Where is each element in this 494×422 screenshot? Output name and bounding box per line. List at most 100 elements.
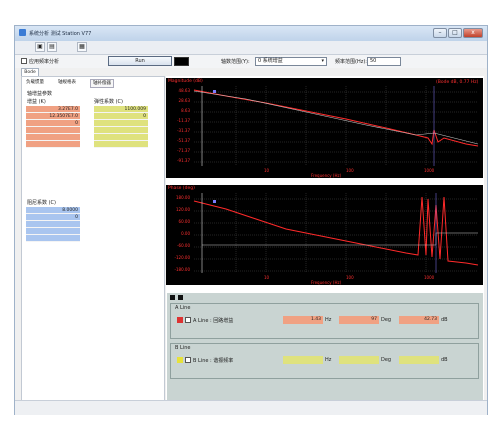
magnitude-title: Magnitude (dB) xyxy=(168,79,203,84)
phase-xtick: 100 xyxy=(346,275,354,280)
damping-header: 阻尼系数 (C) xyxy=(27,200,56,206)
cursor-b-group: B Line B Line : 谐振频率 Hz Deg dB xyxy=(170,343,479,379)
phase-xtick: 10 xyxy=(264,275,270,280)
elastic-cell[interactable]: 0 xyxy=(94,113,148,120)
damping-cell[interactable]: 0 xyxy=(26,214,80,221)
open-icon[interactable]: ▣ xyxy=(35,42,45,52)
save-icon[interactable]: ▤ xyxy=(47,42,57,52)
section-title: 轴增益参数 xyxy=(27,91,53,97)
cursor-b-phase-unit: Deg xyxy=(381,357,392,363)
elastic-column-header: 弹性系数 (C) xyxy=(94,99,123,105)
tab-axis-compensator[interactable]: 轴补偿器 xyxy=(90,79,114,88)
gain-cell[interactable] xyxy=(26,134,80,141)
freq-analysis-label: 应用频率分析 xyxy=(29,59,60,65)
cursor-a-freq[interactable]: 1.43 xyxy=(283,316,323,324)
title-bar: 系统分析 测试 Station V77 – □ x xyxy=(15,26,487,41)
gain-cell[interactable] xyxy=(26,127,80,134)
freq-analysis-checkbox[interactable] xyxy=(21,58,27,64)
cursor-a-phase-unit: Deg xyxy=(381,317,392,323)
magnitude-ytick: -31.37 xyxy=(177,128,190,133)
magnitude-xtick: 10 xyxy=(264,168,270,173)
gain-cell[interactable]: 0 xyxy=(26,120,80,127)
app-window: 系统分析 测试 Station V77 – □ x ▣ ▤ ▦ 应用频率分析 R… xyxy=(14,25,488,415)
color-swatch[interactable] xyxy=(174,57,189,66)
magnitude-ytick: -11.37 xyxy=(177,118,190,123)
tab-axis-spec[interactable]: 轴规格表 xyxy=(58,79,76,86)
magnitude-xtick: 1000 xyxy=(424,168,435,173)
mode-select[interactable]: 0 系统增益 ▾ xyxy=(255,57,327,66)
phase-plot[interactable] xyxy=(166,185,483,285)
cursor-a-checkbox[interactable] xyxy=(185,317,191,323)
damping-cell[interactable] xyxy=(26,235,80,242)
elastic-cell[interactable] xyxy=(94,141,148,148)
cursor-a-group: A Line A Line : 回路增益 1.43 Hz 97 Deg 42.7… xyxy=(170,303,479,339)
option-bar: 应用频率分析 Run 轴数范围(Y): 0 系统增益 ▾ 频率范围(Hz): 5… xyxy=(15,55,487,68)
phase-title: Phase (deg) xyxy=(168,186,195,191)
cursor-a-label: A Line : 回路增益 xyxy=(193,318,234,324)
freq-range-label: 频率范围(Hz): xyxy=(335,59,367,65)
cursor-a-freq-unit: Hz xyxy=(325,317,332,323)
magnitude-ytick: -71.37 xyxy=(177,148,190,153)
cursor-panel: A Line A Line : 回路增益 1.43 Hz 97 Deg 42.7… xyxy=(167,293,483,400)
play-icon[interactable] xyxy=(170,295,175,300)
freq-range-input[interactable]: 50 xyxy=(367,57,401,66)
magnitude-plot[interactable] xyxy=(166,78,483,178)
cursor-b-checkbox[interactable] xyxy=(185,357,191,363)
cursor-b-mag-unit: dB xyxy=(441,357,448,363)
gain-cell[interactable]: 12.3507E7.0 xyxy=(26,113,80,120)
toolbar: ▣ ▤ ▦ xyxy=(15,41,487,55)
damping-list: 8.0000 0 xyxy=(26,207,80,242)
cursor-b-freq[interactable] xyxy=(283,356,323,364)
cursor-b-phase[interactable] xyxy=(339,356,379,364)
close-button[interactable]: x xyxy=(463,28,483,38)
cursor-marker xyxy=(213,90,216,93)
phase-ytick: 60.00 xyxy=(178,219,190,224)
elastic-cell[interactable] xyxy=(94,127,148,134)
magnitude-ytick: -91.37 xyxy=(177,158,190,163)
cursor-b-freq-unit: Hz xyxy=(325,357,332,363)
window-title: 系统分析 测试 Station V77 xyxy=(29,31,92,37)
cursor-b-label: B Line : 谐振频率 xyxy=(193,358,234,364)
gain-list: 3.27E7.0 12.3507E7.0 0 xyxy=(26,106,80,148)
phase-xtick: 1000 xyxy=(424,275,435,280)
mode-select-value: 0 系统增益 xyxy=(258,58,283,64)
stop-icon[interactable] xyxy=(178,295,183,300)
gain-cell[interactable]: 3.27E7.0 xyxy=(26,106,80,113)
gain-cell[interactable] xyxy=(26,141,80,148)
damping-cell[interactable] xyxy=(26,228,80,235)
chevron-down-icon: ▾ xyxy=(321,58,324,64)
magnitude-ytick: 28.63 xyxy=(178,98,190,103)
elastic-list: 1100.009 0 xyxy=(94,106,148,148)
magnitude-ytick: 48.63 xyxy=(178,88,190,93)
elastic-cell[interactable]: 1100.009 xyxy=(94,106,148,113)
cursor-a-phase[interactable]: 97 xyxy=(339,316,379,324)
app-icon xyxy=(19,29,26,36)
phase-ytick: -180.00 xyxy=(174,267,190,272)
tab-load-inertia[interactable]: 负载惯量 xyxy=(26,79,44,86)
cursor-b-color-swatch xyxy=(177,357,183,363)
cursor-a-color-swatch xyxy=(177,317,183,323)
magnitude-xlabel: Frequency (Hz) xyxy=(311,173,342,178)
maximize-button[interactable]: □ xyxy=(448,28,462,38)
tab-bode[interactable]: Bode xyxy=(21,68,39,76)
cursor-a-mag[interactable]: 42.73 xyxy=(399,316,439,324)
cursor-b-mag[interactable] xyxy=(399,356,439,364)
magnitude-ytick: 8.63 xyxy=(181,108,190,113)
phase-ytick: 180.00 xyxy=(176,195,190,200)
phase-ytick: -120.00 xyxy=(174,255,190,260)
gain-column-header: 增益 (K) xyxy=(27,99,46,105)
phase-xlabel: Frequency (Hz) xyxy=(311,280,342,285)
mode-label: 轴数范围(Y): xyxy=(221,59,250,65)
damping-cell[interactable] xyxy=(26,221,80,228)
elastic-cell[interactable] xyxy=(94,120,148,127)
magnitude-readout: (Bode dB, 0.77 Hz) xyxy=(436,80,479,85)
minimize-button[interactable]: – xyxy=(433,28,447,38)
run-button[interactable]: Run xyxy=(108,56,172,66)
parameter-panel: 负载惯量 轴规格表 轴补偿器 轴增益参数 增益 (K) 弹性系数 (C) 3.2… xyxy=(21,76,165,401)
elastic-cell[interactable] xyxy=(94,134,148,141)
cursor-b-group-title: B Line xyxy=(175,345,191,351)
status-bar xyxy=(15,400,487,415)
damping-cell[interactable]: 8.0000 xyxy=(26,207,80,214)
grid-icon[interactable]: ▦ xyxy=(77,42,87,52)
cursor-a-group-title: A Line xyxy=(175,305,191,311)
